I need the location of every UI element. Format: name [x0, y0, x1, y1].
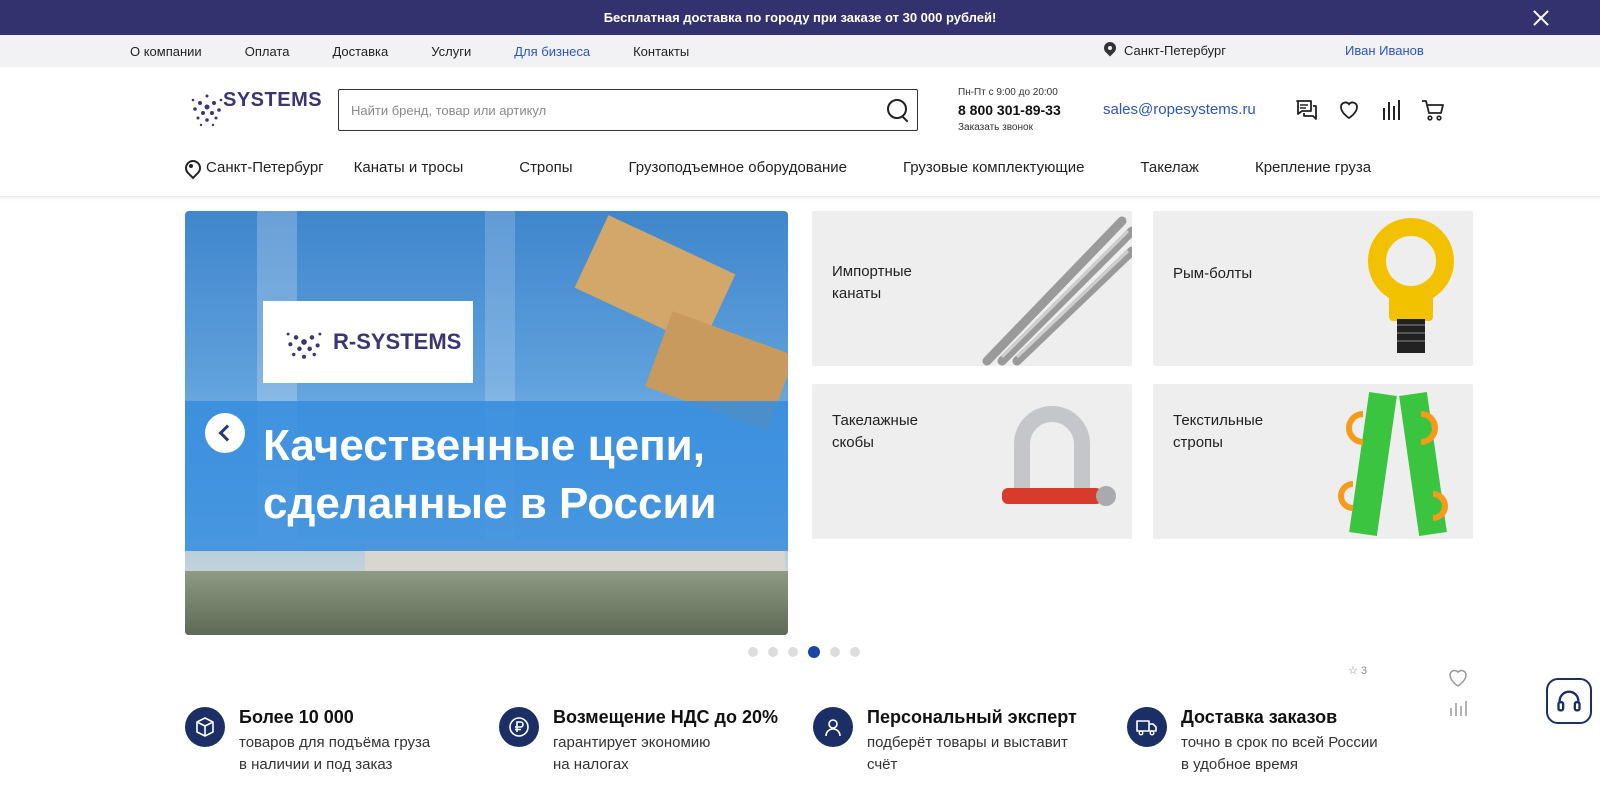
- banner-title-line: Качественные цепи,: [263, 421, 705, 470]
- category-cargo-components[interactable]: Грузовые комплектующие: [903, 159, 1084, 176]
- box-icon: [185, 707, 225, 747]
- banner-title-line: сделанные в России: [263, 479, 717, 528]
- banner-logo: R-SYSTEMS: [263, 301, 473, 383]
- feature-title: Доставка заказов: [1181, 707, 1338, 727]
- tile-eye-bolts[interactable]: Рым-болты: [1153, 211, 1473, 366]
- search-box: [338, 89, 918, 131]
- top-nav-link-delivery[interactable]: Доставка: [332, 44, 388, 59]
- feature-item: Доставка заказов точно в срок по всей Ро…: [1127, 707, 1441, 776]
- top-nav-link-contacts[interactable]: Контакты: [633, 44, 689, 59]
- category-slings[interactable]: Стропы: [519, 159, 572, 176]
- logo-text: SYSTEMS: [223, 88, 323, 111]
- email-link[interactable]: sales@ropesystems.ru: [1103, 101, 1256, 118]
- tile-import-ropes[interactable]: Импортные канаты: [812, 211, 1132, 366]
- banner-title: Качественные цепи, сделанные в России: [263, 417, 717, 533]
- tile-label: Такелажные скобы: [832, 412, 918, 451]
- feature-subtitle-line: счёт: [867, 756, 898, 773]
- top-nav-link-about[interactable]: О компании: [130, 44, 202, 59]
- top-nav: О компании Оплата Доставка Услуги Для би…: [0, 35, 1600, 67]
- slider-dot[interactable]: [768, 647, 778, 657]
- feature-subtitle-line: гарантирует экономию: [553, 734, 711, 751]
- header-actions: [1295, 98, 1445, 122]
- hero-banner[interactable]: R-SYSTEMS Качественные цепи, сделанные в…: [185, 211, 788, 635]
- feature-subtitle: гарантирует экономию на налогах: [553, 732, 778, 776]
- feature-subtitle: товаров для подъёма груза в наличии и по…: [239, 732, 430, 776]
- promo-text: Бесплатная доставка по городу при заказе…: [603, 10, 997, 25]
- support-headset-icon[interactable]: [1546, 678, 1592, 724]
- slider-dots: [748, 646, 860, 658]
- slider-prev-button[interactable]: [205, 413, 245, 453]
- banner-logo-text: R-SYSTEMS: [333, 329, 462, 354]
- feature-subtitle-line: точно в срок по всей России: [1181, 734, 1378, 751]
- banner-bg-shape: [185, 571, 788, 635]
- heart-icon[interactable]: [1445, 666, 1471, 690]
- feature-subtitle-line: на налогах: [553, 756, 629, 773]
- eye-bolt-icon: [1368, 218, 1454, 353]
- category-list: Канаты и тросы Стропы Грузоподъемное обо…: [354, 159, 1428, 176]
- textile-sling-icon: [1338, 392, 1448, 536]
- wire-rope-icon: [982, 216, 1132, 366]
- tile-textile-slings[interactable]: Текстильные стропы: [1153, 384, 1473, 539]
- city-selector[interactable]: Санкт-Петербург: [1104, 42, 1226, 58]
- heart-icon[interactable]: [1337, 98, 1361, 122]
- search-icon[interactable]: [877, 90, 917, 130]
- tile-label: Текстильные стропы: [1173, 412, 1264, 451]
- category-rigging[interactable]: Такелаж: [1140, 159, 1199, 176]
- feature-item: Возмещение НДС до 20% гарантирует эконом…: [499, 707, 813, 776]
- feature-subtitle-line: в наличии и под заказ: [239, 756, 393, 773]
- tile-shackles[interactable]: Такелажные скобы: [812, 384, 1132, 539]
- category-cargo-securing[interactable]: Крепление груза: [1255, 159, 1371, 176]
- feature-title: Возмещение НДС до 20%: [553, 707, 778, 727]
- city-label: Санкт-Петербург: [1124, 42, 1226, 58]
- rating-badge: ☆ 3: [1348, 665, 1368, 677]
- compare-icon[interactable]: [1379, 98, 1403, 122]
- feature-title: Персональный эксперт: [867, 707, 1077, 727]
- location-pin-icon: [1104, 42, 1116, 58]
- slider-dot-active[interactable]: [808, 646, 820, 658]
- expert-icon: [813, 707, 853, 747]
- feature-subtitle: точно в срок по всей России в удобное вр…: [1181, 732, 1378, 776]
- feature-subtitle-line: подберёт товары и выставит: [867, 734, 1068, 751]
- promo-bar: Бесплатная доставка по городу при заказе…: [0, 0, 1600, 35]
- feature-title: Более 10 000: [239, 707, 354, 727]
- logo-mark-icon: [286, 332, 322, 359]
- tile-label: Рым-болты: [1173, 265, 1253, 282]
- location-pin-icon: [185, 160, 197, 176]
- feature-subtitle-line: товаров для подъёма груза: [239, 734, 431, 751]
- catbar-city-selector[interactable]: Санкт-Петербург: [185, 159, 324, 176]
- feature-item: Более 10 000 товаров для подъёма груза в…: [185, 707, 499, 776]
- compare-icon[interactable]: [1448, 700, 1468, 716]
- top-nav-link-business[interactable]: Для бизнеса: [514, 44, 590, 59]
- feature-subtitle: подберёт товары и выставит счёт: [867, 732, 1077, 776]
- logo[interactable]: SYSTEMS: [185, 85, 322, 129]
- truck-icon: [1127, 707, 1167, 747]
- site-header: SYSTEMS Пн-Пт с 9:00 до 20:00 8 800 301-…: [0, 67, 1600, 197]
- close-icon[interactable]: [1530, 7, 1552, 29]
- category-ropes[interactable]: Канаты и тросы: [354, 159, 464, 176]
- slider-dot[interactable]: [748, 647, 758, 657]
- catbar-city-label: Санкт-Петербург: [206, 159, 324, 176]
- feature-subtitle-line: в удобное время: [1181, 756, 1299, 773]
- callback-link[interactable]: Заказать звонок: [958, 122, 1061, 133]
- feature-item: Персональный эксперт подберёт товары и в…: [813, 707, 1127, 776]
- slider-dot[interactable]: [788, 647, 798, 657]
- phone-number[interactable]: 8 800 301-89-33: [958, 102, 1061, 118]
- search-input[interactable]: [339, 90, 877, 130]
- tile-label: Импортные канаты: [832, 263, 912, 302]
- working-hours: Пн-Пт с 9:00 до 20:00: [958, 87, 1058, 98]
- top-nav-links: О компании Оплата Доставка Услуги Для би…: [130, 44, 732, 59]
- top-nav-link-services[interactable]: Услуги: [431, 44, 471, 59]
- features-row: Более 10 000 товаров для подъёма груза в…: [185, 707, 1441, 776]
- slider-dot[interactable]: [850, 647, 860, 657]
- cart-icon[interactable]: [1421, 98, 1445, 122]
- shackle-icon: [1002, 406, 1116, 506]
- category-lifting-equipment[interactable]: Грузоподъемное оборудование: [629, 159, 847, 176]
- category-bar: Санкт-Петербург Канаты и тросы Стропы Гр…: [185, 159, 1427, 176]
- top-nav-link-payment[interactable]: Оплата: [245, 44, 290, 59]
- contact-block: Пн-Пт с 9:00 до 20:00 8 800 301-89-33 За…: [958, 87, 1061, 133]
- slider-dot[interactable]: [830, 647, 840, 657]
- user-account-link[interactable]: Иван Иванов: [1345, 43, 1424, 58]
- chat-icon[interactable]: [1295, 98, 1319, 122]
- ruble-icon: [499, 707, 539, 747]
